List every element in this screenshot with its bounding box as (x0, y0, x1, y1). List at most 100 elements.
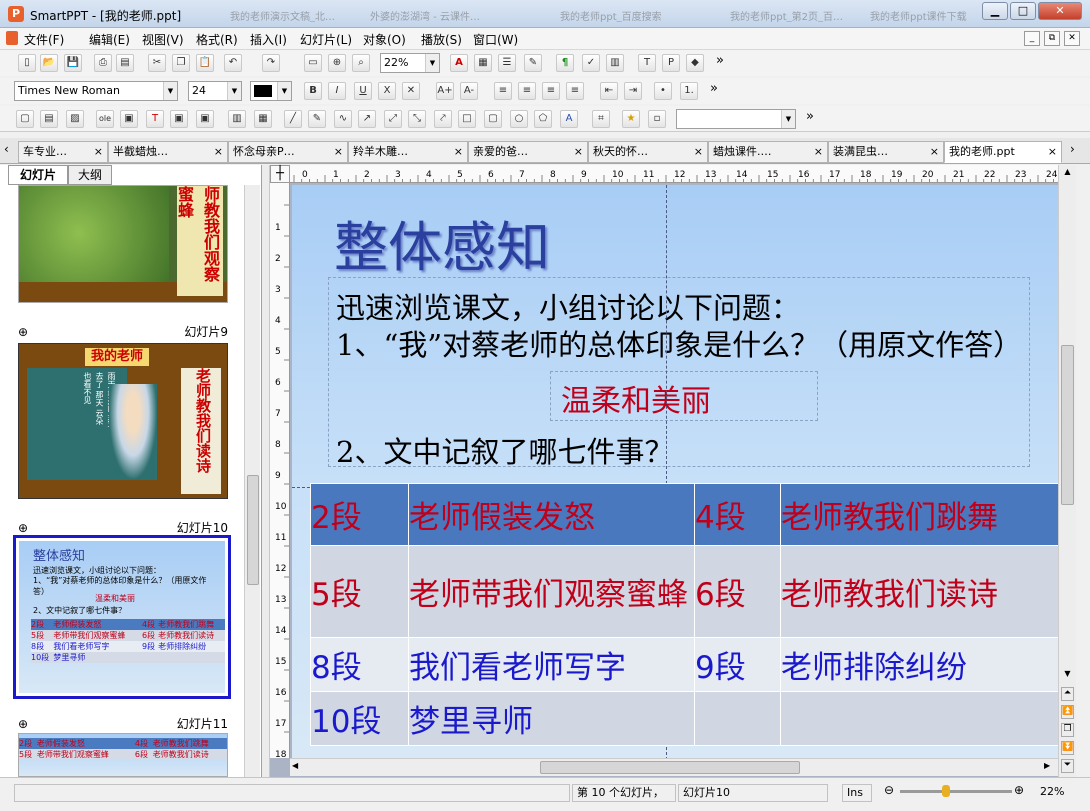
rectangle-icon[interactable]: □ (458, 110, 476, 128)
tab-document[interactable]: 羚羊木雕… × (348, 141, 468, 163)
previous-slide-icon[interactable]: ⏶ (1061, 687, 1074, 701)
slide-canvas[interactable]: 整体感知 迅速浏览课文，小组讨论以下问题： 1、“我”对蔡老师的总体印象是什么？… (292, 185, 1058, 760)
group-icon[interactable]: ▣ (196, 110, 214, 128)
new-slide-icon[interactable]: ▤ (40, 110, 58, 128)
menu-play[interactable]: 播放(S) (421, 31, 462, 48)
tab-close-icon[interactable]: × (214, 142, 223, 162)
cut-icon[interactable]: ✂ (148, 54, 166, 72)
more-toolbar-icon[interactable]: » (710, 81, 718, 96)
zoom-in-icon[interactable]: ⊕ (328, 54, 346, 72)
table-cell[interactable]: 8段 (310, 637, 409, 692)
zoom-in-icon[interactable]: ⊕ (1014, 783, 1024, 797)
underline-icon[interactable]: U (354, 82, 372, 100)
tab-document[interactable]: 怀念母亲P… × (228, 141, 348, 163)
tab-close-icon[interactable]: × (574, 142, 583, 162)
editor-horizontal-scrollbar[interactable]: ◀ ▶ (290, 758, 1058, 776)
text-box-icon[interactable]: T (638, 54, 656, 72)
bold-icon[interactable]: B (304, 82, 322, 100)
increase-indent-icon[interactable]: ⇥ (624, 82, 642, 100)
scroll-down-icon[interactable]: ▼ (1061, 669, 1074, 683)
line-icon[interactable]: ╱ (284, 110, 302, 128)
arrow-icon[interactable]: ↗ (358, 110, 376, 128)
slide-thumbnail-9[interactable]: 我的老师 雨天最美丽 燕子去了 那天 云朵 也看不见 老师教我们读诗 (18, 343, 228, 499)
star-icon[interactable]: ★ (622, 110, 640, 128)
layers-icon[interactable]: ◆ (686, 54, 704, 72)
more-toolbar-icon[interactable]: » (716, 53, 724, 68)
tab-document[interactable]: 半截蜡烛… × (108, 141, 228, 163)
slide-thumbnail-11[interactable]: 2段 老师假装发怒 4段 老师教我们跳舞 5段 老师带我们观察蜜蜂 6段 老师教我们读诗 (18, 733, 228, 777)
tab-close-icon[interactable]: × (94, 142, 103, 162)
table-icon[interactable]: ▦ (474, 54, 492, 72)
tab-close-icon[interactable]: × (454, 142, 463, 162)
strikethrough-icon[interactable]: X (378, 82, 396, 100)
pen-icon[interactable]: ✎ (308, 110, 326, 128)
menu-view[interactable]: 视图(V) (142, 31, 184, 48)
close-button[interactable]: ✕ (1038, 2, 1082, 20)
tab-document[interactable]: 亲爱的爸… × (468, 141, 588, 163)
copy-slide-icon[interactable]: ❐ (1061, 723, 1074, 737)
zoom-out-icon[interactable]: ⊖ (884, 783, 894, 797)
slide-title[interactable]: 整体感知 (334, 203, 550, 282)
scroll-right-icon[interactable]: ▶ (1044, 761, 1050, 770)
curve-icon[interactable]: ∿ (334, 110, 352, 128)
answer-textbox[interactable]: 温柔和美丽 (550, 371, 818, 421)
table-cell[interactable] (780, 691, 1058, 746)
copy-icon[interactable]: ❐ (172, 54, 190, 72)
table-cell[interactable]: 2段 (310, 483, 409, 546)
effects-icon[interactable]: ▫ (648, 110, 666, 128)
justify-icon[interactable]: ≡ (566, 82, 584, 100)
menu-edit[interactable]: 编辑(E) (89, 31, 130, 48)
frame-icon[interactable]: ▣ (120, 110, 138, 128)
doc-restore-button[interactable]: ⧉ (1044, 31, 1060, 46)
tab-close-icon[interactable]: × (1048, 142, 1057, 162)
grow-font-icon[interactable]: A+ (436, 82, 454, 100)
bullet-list-icon[interactable]: • (654, 82, 672, 100)
menu-window[interactable]: 窗口(W) (473, 31, 518, 48)
table-cell[interactable]: 老师教我们读诗 (780, 545, 1058, 638)
maximize-button[interactable]: □ (1010, 2, 1036, 20)
picture-icon[interactable]: P (662, 54, 680, 72)
horizontal-scroll-thumb[interactable] (540, 761, 800, 774)
style-select[interactable]: ▼ (676, 109, 796, 129)
zoom-slider-thumb[interactable] (942, 785, 950, 797)
pdf-icon[interactable]: ▤ (116, 54, 134, 72)
menu-object[interactable]: 对象(O) (363, 31, 406, 48)
doc-close-button[interactable]: ✕ (1064, 31, 1080, 46)
new-icon[interactable]: ▯ (18, 54, 36, 72)
page-down-icon[interactable]: ⏬ (1061, 741, 1074, 755)
scroll-up-icon[interactable]: ▲ (1061, 167, 1074, 181)
table-cell[interactable]: 老师带我们观察蜜蜂 (408, 545, 695, 638)
ellipse-icon[interactable]: ○ (510, 110, 528, 128)
table-cell[interactable]: 老师假装发怒 (408, 483, 695, 546)
events-table[interactable]: 2段 老师假装发怒 4段 老师教我们跳舞 5段 老师带我们观察蜜蜂 6段 老师教我们读诗 8… (310, 483, 1058, 746)
list-icon[interactable]: ☰ (498, 54, 516, 72)
numbered-list-icon[interactable]: 1. (680, 82, 698, 100)
align-objects-icon[interactable]: ▥ (228, 110, 246, 128)
clear-format-icon[interactable]: ✕ (402, 82, 420, 100)
italic-icon[interactable]: I (328, 82, 346, 100)
decrease-indent-icon[interactable]: ⇤ (600, 82, 618, 100)
slide-thumbnail-8[interactable]: 师教我们观察蜜蜂 (18, 185, 228, 303)
distribute-icon[interactable]: ▦ (254, 110, 272, 128)
paragraph-icon[interactable]: ¶ (556, 54, 574, 72)
tab-document[interactable]: 装满昆虫… × (828, 141, 944, 163)
print-icon[interactable]: ⎙ (94, 54, 112, 72)
shrink-font-icon[interactable]: A- (460, 82, 478, 100)
editor-vertical-scrollbar[interactable]: ▲ ▼ ⏶ ⏫ ❐ ⏬ ⏷ (1058, 165, 1076, 777)
autoshape-icon[interactable]: ⬠ (534, 110, 552, 128)
tab-slides[interactable]: 幻灯片 (8, 165, 68, 185)
tab-scroll-right-icon[interactable]: › (1070, 142, 1075, 156)
table-cell[interactable]: 我们看老师写字 (408, 637, 695, 692)
align-right-icon[interactable]: ≡ (542, 82, 560, 100)
panel-scrollbar[interactable] (244, 185, 260, 777)
table-cell[interactable]: 老师排除纠纷 (780, 637, 1058, 692)
panel-splitter[interactable] (262, 165, 270, 777)
minimize-button[interactable]: ▁ (982, 2, 1008, 20)
panel-scrollbar-thumb[interactable] (247, 475, 259, 585)
menu-file[interactable]: 文件(F) (24, 31, 64, 48)
menu-format[interactable]: 格式(R) (196, 31, 238, 48)
image-icon[interactable]: ▨ (66, 110, 84, 128)
text-color-select[interactable]: ▼ (250, 81, 292, 101)
table-cell[interactable]: 4段 (694, 483, 781, 546)
vertical-scroll-thumb[interactable] (1061, 345, 1074, 505)
